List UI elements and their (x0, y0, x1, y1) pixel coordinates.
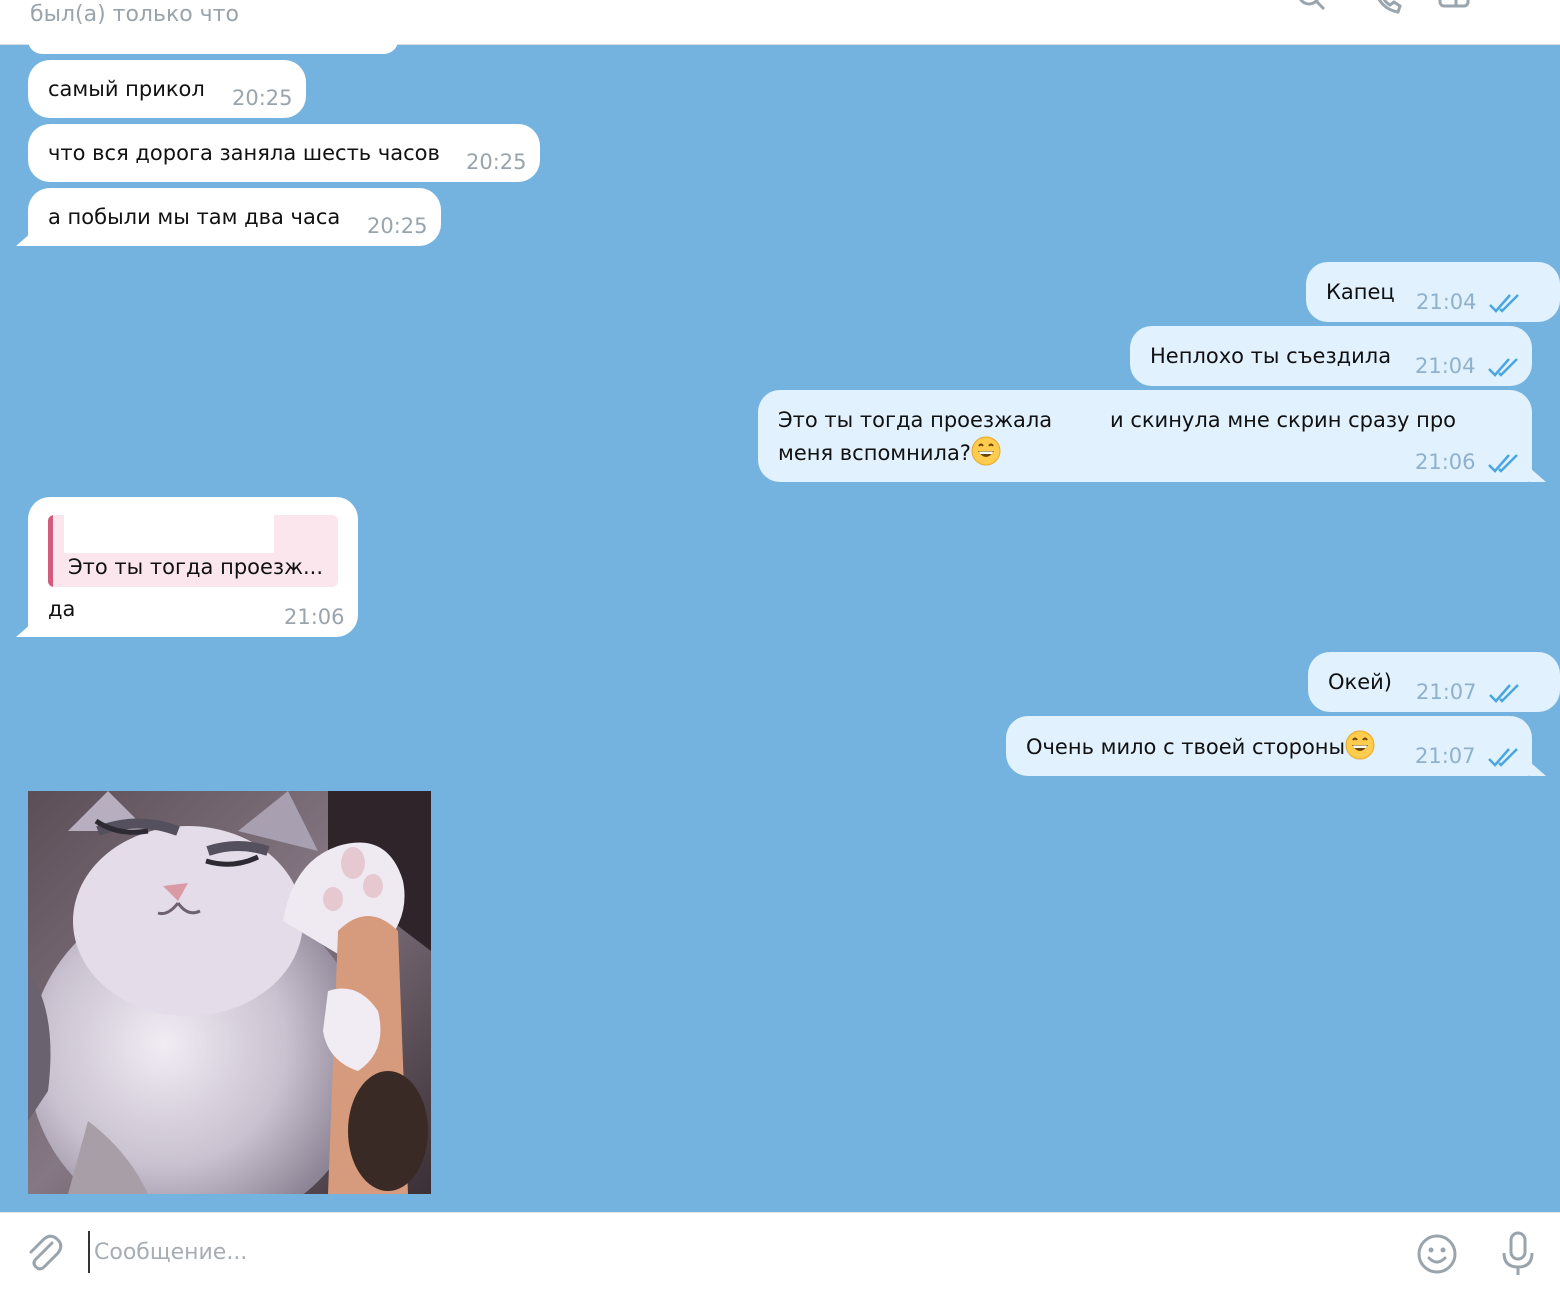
message-bubble-incoming-reply[interactable]: Это ты тогда проезж... да 21:06 (28, 497, 358, 637)
message-time: 21:04 (1415, 354, 1476, 378)
message-bubble-incoming[interactable]: а побыли мы там два часа 20:25 (28, 188, 441, 246)
emoji-icon[interactable] (1416, 1233, 1458, 1275)
message-text-line1-part1: Это ты тогда проезжала (778, 408, 1053, 432)
message-bubble-partial (28, 26, 398, 54)
message-text-line2: меня вспомнила? (778, 441, 971, 465)
message-bubble-incoming[interactable]: самый прикол 20:25 (28, 60, 306, 118)
read-ticks-icon (1487, 354, 1521, 377)
message-bubble-incoming[interactable]: что вся дорога заняла шесть часов 20:25 (28, 124, 540, 182)
reply-preview-text: Это ты тогда проезж... (68, 555, 324, 579)
sidebar-toggle-icon[interactable] (1438, 0, 1470, 14)
message-time: 21:06 (284, 605, 345, 629)
message-input[interactable] (88, 1231, 1368, 1273)
message-text: Очень мило с твоей стороны (1026, 735, 1346, 759)
bubble-tail (1530, 762, 1546, 776)
message-composer (0, 1212, 1560, 1294)
message-time: 20:25 (367, 214, 428, 238)
message-bubble-outgoing[interactable]: Это ты тогда проезжала и скинула мне скр… (758, 390, 1532, 482)
search-icon[interactable] (1296, 0, 1328, 14)
message-text: да (48, 597, 76, 621)
message-text: а побыли мы там два часа (48, 205, 341, 229)
message-text-line1-part2: и скинула мне скрин сразу про (1110, 408, 1457, 432)
message-time: 21:07 (1416, 680, 1477, 704)
message-time: 21:06 (1415, 450, 1476, 474)
message-text: самый прикол (48, 77, 205, 101)
message-time: 20:25 (232, 86, 293, 110)
grinning-face-emoji (1345, 730, 1375, 760)
message-bubble-outgoing[interactable]: Очень мило с твоей стороны 21:07 (1006, 716, 1532, 776)
read-ticks-icon (1488, 680, 1522, 703)
message-text: что вся дорога заняла шесть часов (48, 141, 440, 165)
contact-status: был(а) только что (30, 2, 239, 27)
reply-bar (48, 515, 53, 587)
cat-sticker[interactable] (28, 791, 431, 1194)
bubble-tail (16, 232, 32, 246)
message-text: Капец (1326, 280, 1395, 304)
bubble-tail (1530, 468, 1546, 482)
read-ticks-icon (1487, 744, 1521, 767)
reply-author-redacted (64, 515, 274, 553)
message-time: 21:04 (1416, 290, 1477, 314)
message-bubble-outgoing[interactable]: Неплохо ты съездила 21:04 (1130, 326, 1532, 386)
message-list[interactable]: самый прикол 20:25 что вся дорога заняла… (0, 26, 1560, 1212)
message-time: 21:07 (1415, 744, 1476, 768)
reply-preview[interactable]: Это ты тогда проезж... (48, 515, 338, 587)
message-text: Неплохо ты съездила (1150, 344, 1392, 368)
more-vertical-icon[interactable] (1502, 0, 1534, 14)
message-text-line2-wrap: меня вспомнила? (778, 436, 1001, 469)
message-time: 20:25 (466, 150, 527, 174)
attach-icon[interactable] (24, 1233, 64, 1273)
grinning-face-emoji (971, 436, 1001, 466)
read-ticks-icon (1487, 450, 1521, 473)
message-text: Окей) (1328, 670, 1392, 694)
message-bubble-outgoing[interactable]: Окей) 21:07 (1308, 652, 1560, 712)
phone-icon[interactable] (1372, 0, 1404, 14)
message-bubble-outgoing[interactable]: Капец 21:04 (1306, 262, 1560, 322)
message-text-wrap: Очень мило с твоей стороны (1026, 730, 1375, 763)
microphone-icon[interactable] (1498, 1231, 1538, 1277)
read-ticks-icon (1488, 290, 1522, 313)
